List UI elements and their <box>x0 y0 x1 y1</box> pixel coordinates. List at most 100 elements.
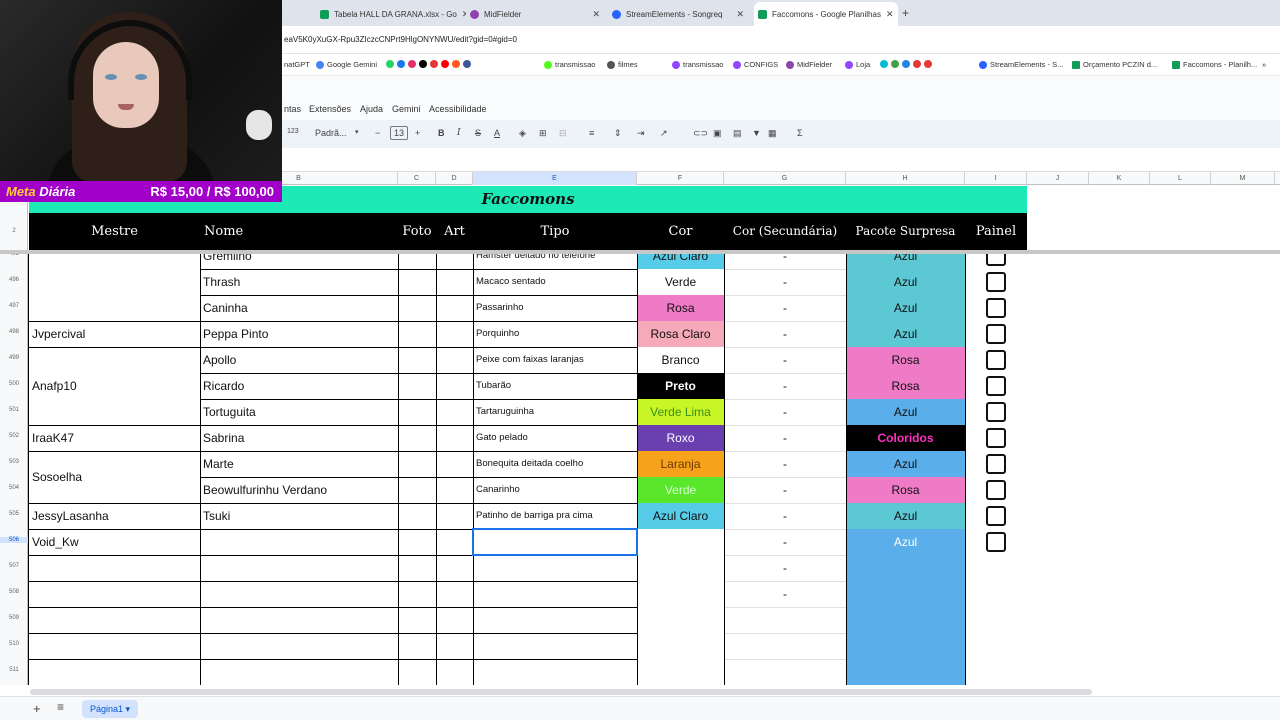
tab-streamelements[interactable]: StreamElements - Songreq ✕ <box>608 4 750 24</box>
cor-cell[interactable]: Roxo <box>637 425 724 451</box>
pacote-cell[interactable]: Azul <box>846 254 965 269</box>
nome-cell[interactable]: Gremlino <box>200 254 398 269</box>
bookmark-item[interactable]: transmissao <box>544 60 595 69</box>
nome-cell[interactable]: Caninha <box>200 295 398 321</box>
cor-cell[interactable]: Preto <box>637 373 724 399</box>
nome-cell[interactable]: Ricardo <box>200 373 398 399</box>
tipo-cell[interactable] <box>473 633 637 659</box>
column-header-j[interactable]: J <box>1027 172 1089 185</box>
close-icon[interactable]: ✕ <box>592 9 606 20</box>
mestre-merged-cell[interactable]: Sosoelha <box>29 451 200 503</box>
cor-secundaria-cell[interactable]: - <box>724 295 846 321</box>
tab-faccomons[interactable]: Faccomons - Google Planilhas ✕ <box>754 2 898 26</box>
bookmark-item[interactable]: Google Gemini <box>316 60 377 69</box>
whatsapp-icon[interactable] <box>386 60 394 68</box>
header-nome[interactable]: Nome <box>204 213 394 250</box>
nome-cell[interactable]: Tsuki <box>200 503 398 529</box>
art-cell[interactable] <box>436 373 473 399</box>
nome-cell[interactable]: Thrash <box>200 269 398 295</box>
tipo-cell[interactable]: Canarinho <box>473 477 637 503</box>
tipo-cell[interactable]: Passarinho <box>473 295 637 321</box>
pacote-cell[interactable] <box>846 659 965 685</box>
insert-link-icon[interactable]: ⊂⊃ <box>693 128 708 139</box>
menu-ajuda[interactable]: Ajuda <box>360 104 383 114</box>
bookmark-item[interactable]: StreamElements - S... <box>979 60 1063 69</box>
art-cell[interactable] <box>436 503 473 529</box>
bookmark-item[interactable]: filmes <box>607 60 638 69</box>
tab-midfielder[interactable]: MidFielder ✕ <box>466 4 606 24</box>
text-color-icon[interactable]: A <box>494 128 500 138</box>
cor-cell[interactable]: Rosa <box>637 295 724 321</box>
facebook-icon[interactable] <box>397 60 405 68</box>
painel-checkbox[interactable] <box>986 350 1006 370</box>
cor-cell[interactable] <box>637 529 724 555</box>
cor-secundaria-cell[interactable]: - <box>724 555 846 581</box>
art-cell[interactable] <box>436 254 473 269</box>
foto-cell[interactable] <box>398 529 436 555</box>
cor-secundaria-cell[interactable] <box>724 659 846 685</box>
app-icon[interactable] <box>891 60 899 68</box>
cor-secundaria-cell[interactable]: - <box>724 269 846 295</box>
horizontal-scrollbar[interactable] <box>30 689 1092 695</box>
foto-cell[interactable] <box>398 347 436 373</box>
pacote-cell[interactable]: Azul <box>846 503 965 529</box>
bookmark-item[interactable]: Faccomons - Planilh... <box>1172 60 1257 69</box>
foto-cell[interactable] <box>398 581 436 607</box>
painel-checkbox[interactable] <box>986 376 1006 396</box>
bookmark-item[interactable]: transmissao <box>672 60 723 69</box>
art-cell[interactable] <box>436 633 473 659</box>
foto-cell[interactable] <box>398 555 436 581</box>
cor-secundaria-cell[interactable]: - <box>724 451 846 477</box>
decrease-font-size-button[interactable]: − <box>375 128 380 138</box>
bold-icon[interactable]: B <box>438 128 445 138</box>
youtube-icon[interactable] <box>441 60 449 68</box>
header-foto[interactable]: Foto <box>398 213 436 250</box>
pacote-cell[interactable]: Azul <box>846 399 965 425</box>
art-cell[interactable] <box>436 295 473 321</box>
bookmark-item[interactable]: Loja <box>845 60 870 69</box>
painel-checkbox[interactable] <box>986 298 1006 318</box>
increase-font-size-button[interactable]: + <box>415 128 420 138</box>
cor-cell[interactable]: Rosa Claro <box>637 321 724 347</box>
header-painel[interactable]: Painel <box>965 213 1027 250</box>
art-cell[interactable] <box>436 659 473 685</box>
font-select[interactable]: Padrã... <box>315 128 347 138</box>
foto-cell[interactable] <box>398 295 436 321</box>
cor-secundaria-cell[interactable]: - <box>724 254 846 269</box>
painel-checkbox[interactable] <box>986 402 1006 422</box>
tipo-cell[interactable] <box>473 581 637 607</box>
url-text[interactable]: eaV5K0yXuGX-Rpu3ZIczcCNPrt9HlgONYNWU/edi… <box>284 35 517 44</box>
painel-checkbox[interactable] <box>986 506 1006 526</box>
foto-cell[interactable] <box>398 254 436 269</box>
column-header-e[interactable]: E <box>473 172 637 185</box>
foto-cell[interactable] <box>398 451 436 477</box>
header-tipo[interactable]: Tipo <box>473 213 637 250</box>
menu-ferramentas[interactable]: ntas <box>284 104 301 114</box>
art-cell[interactable] <box>436 451 473 477</box>
column-header-i[interactable]: I <box>965 172 1027 185</box>
app-icon[interactable] <box>902 60 910 68</box>
tipo-cell[interactable] <box>473 555 637 581</box>
mestre-cell[interactable] <box>29 295 200 321</box>
functions-icon[interactable]: Σ <box>797 128 803 138</box>
more-formats-button[interactable]: 123 <box>287 128 299 135</box>
cor-cell[interactable]: Branco <box>637 347 724 373</box>
column-header-k[interactable]: K <box>1089 172 1150 185</box>
pacote-cell[interactable] <box>846 607 965 633</box>
menu-acessibilidade[interactable]: Acessibilidade <box>429 104 487 114</box>
pacote-cell[interactable]: Azul <box>846 269 965 295</box>
tipo-cell[interactable]: Tubarão <box>473 373 637 399</box>
row-number[interactable]: 2 <box>0 228 28 234</box>
text-wrap-icon[interactable]: ⇥ <box>637 128 645 139</box>
nome-cell[interactable]: Peppa Pinto <box>200 321 398 347</box>
app-icon[interactable] <box>880 60 888 68</box>
art-cell[interactable] <box>436 399 473 425</box>
mestre-cell[interactable] <box>29 269 200 295</box>
bookmarks-overflow-icon[interactable]: » <box>1262 60 1266 69</box>
insert-chart-icon[interactable]: ▤ <box>733 128 742 139</box>
app-icon[interactable] <box>463 60 471 68</box>
cor-cell[interactable] <box>637 581 724 607</box>
painel-checkbox[interactable] <box>986 480 1006 500</box>
painel-checkbox[interactable] <box>986 254 1006 266</box>
foto-cell[interactable] <box>398 321 436 347</box>
